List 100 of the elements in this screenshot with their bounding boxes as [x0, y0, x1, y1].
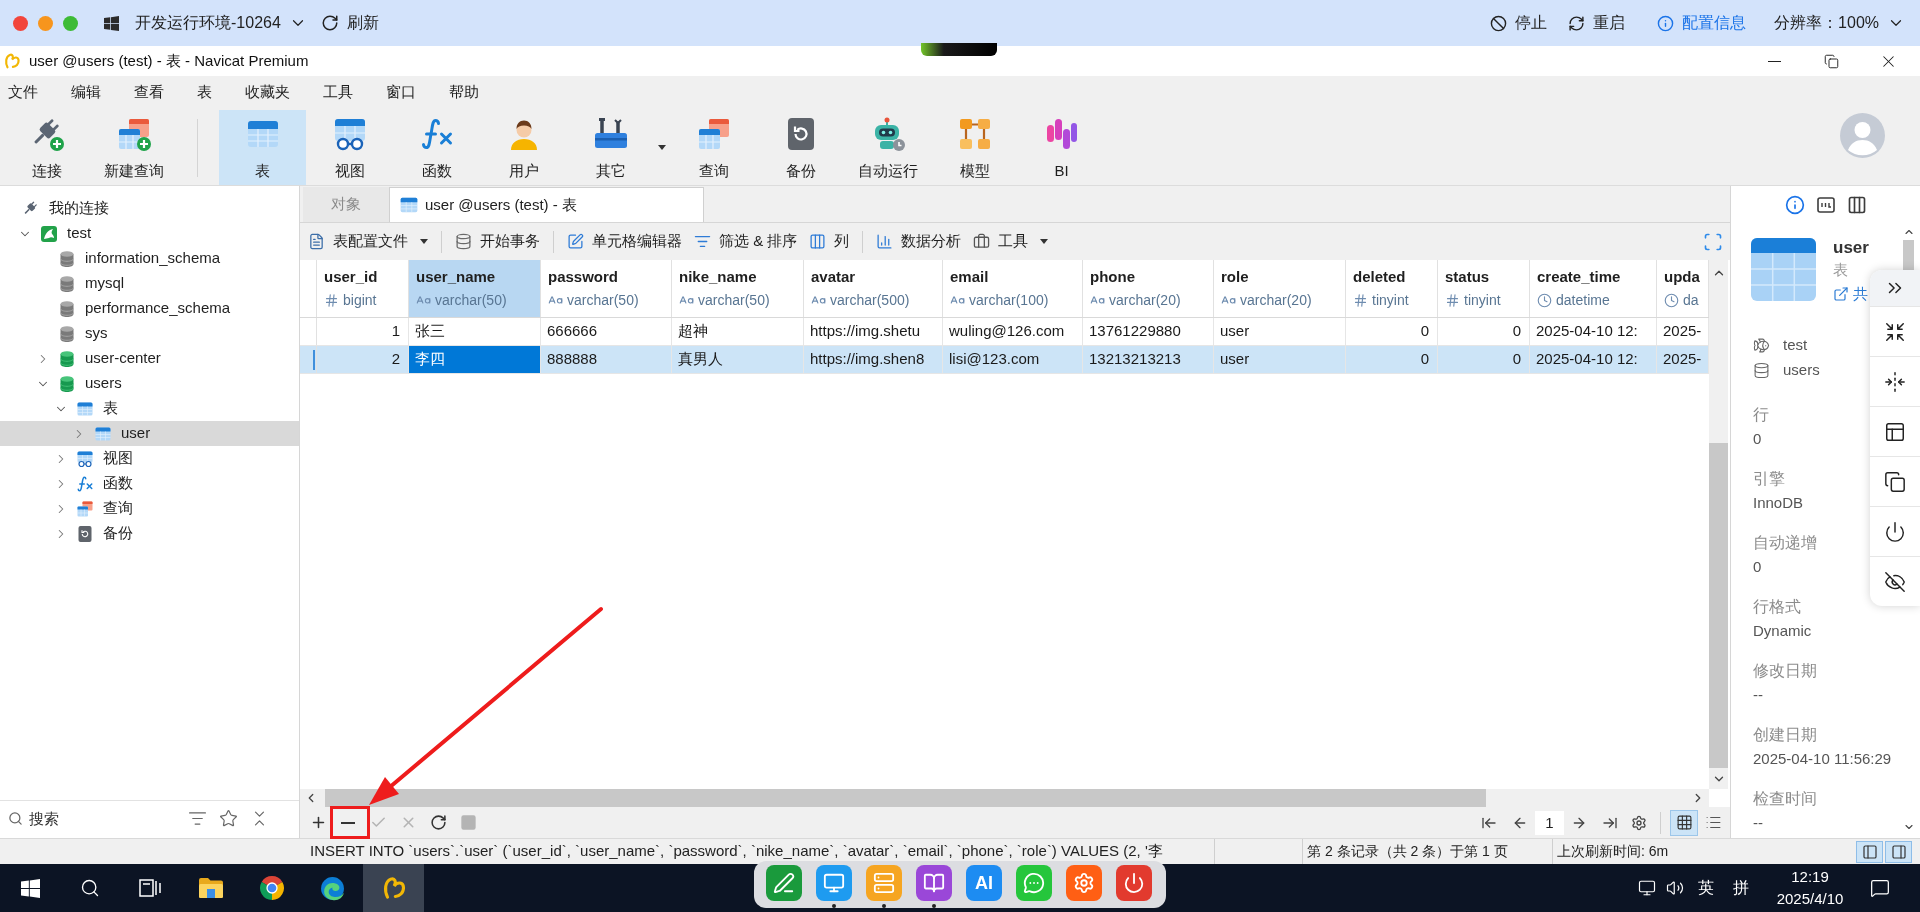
close-button[interactable]	[13, 15, 28, 31]
vertical-scrollbar[interactable]	[1709, 260, 1728, 789]
fullscreen-button[interactable]	[1703, 231, 1723, 252]
scrollbar-thumb[interactable]	[325, 789, 1486, 807]
tree-item[interactable]: performance_schema	[0, 296, 299, 321]
toolbar-button[interactable]: 列	[803, 227, 856, 256]
column-name: role	[1221, 268, 1249, 286]
menu-item[interactable]: 表	[189, 79, 220, 105]
toolbar-button[interactable]: BI	[1018, 110, 1105, 185]
table-cell: 13213213213	[1083, 346, 1214, 373]
columns-icon	[1847, 195, 1867, 215]
tree-item[interactable]: 查询	[0, 496, 299, 521]
tree-item[interactable]: user	[0, 421, 299, 446]
tab[interactable]: user @users (test) - 表	[389, 187, 704, 222]
toolbar-button[interactable]: 开始事务	[449, 227, 546, 256]
toolbar-button[interactable]: 表	[219, 110, 306, 185]
share-link[interactable]: 共	[1833, 284, 1868, 304]
toolbar-button[interactable]: 其它	[567, 110, 670, 185]
circle-logo-icon	[258, 875, 285, 901]
drag-handle[interactable]	[921, 43, 997, 56]
tree-item[interactable]: 表	[0, 396, 299, 421]
folder-icon	[197, 877, 224, 899]
tree-item[interactable]: 视图	[0, 446, 299, 471]
menu-item[interactable]: 查看	[126, 79, 172, 105]
tree-item[interactable]: 函数	[0, 471, 299, 496]
clock-date: 2025/4/10	[1776, 889, 1844, 909]
fish-icon	[1753, 337, 1770, 354]
column-type: tinyint	[1372, 290, 1409, 310]
column-type: varchar(20)	[1240, 290, 1312, 310]
toolbar-button[interactable]: 用户	[480, 110, 567, 185]
property-label: 行	[1753, 405, 1769, 425]
toolbar-button[interactable]: 视图	[306, 110, 393, 185]
function-icon	[76, 474, 94, 493]
column-type: varchar(50)	[567, 290, 639, 310]
panel-tab[interactable]	[1816, 195, 1836, 215]
input-method: 拼	[1733, 878, 1749, 898]
table-cell: user	[1214, 346, 1346, 373]
info-button[interactable]: 配置信息	[1657, 11, 1747, 35]
toolbar-button[interactable]: 新建查询	[90, 110, 177, 185]
tree-item[interactable]: sys	[0, 321, 299, 346]
tree-item[interactable]: users	[0, 371, 299, 396]
page-field[interactable]: 1	[1535, 810, 1564, 835]
resolution-dropdown[interactable]: 分辨率：100%	[1774, 11, 1905, 35]
tree-item[interactable]: 备份	[0, 521, 299, 546]
filter-icon	[188, 809, 207, 828]
refresh-button[interactable]: 刷新	[320, 11, 379, 35]
column-name: email	[950, 268, 989, 286]
table-cell: 888888	[541, 346, 672, 373]
filter-button[interactable]	[188, 809, 207, 828]
toolbar-button[interactable]: 数据分析	[870, 227, 968, 256]
scrollbar-thumb[interactable]	[1709, 443, 1728, 768]
table-cell: 超神	[672, 318, 804, 345]
stop-button[interactable]: 停止	[1490, 11, 1548, 35]
taskbar-app-button[interactable]	[363, 864, 424, 912]
toolbar-button[interactable]: 单元格编辑器	[561, 227, 688, 256]
menu-item[interactable]: 工具	[315, 79, 361, 105]
toolbar-button[interactable]: 连接	[3, 110, 90, 185]
monitor-app-icon[interactable]	[816, 865, 852, 908]
panel-tab[interactable]	[1847, 195, 1867, 215]
menu-item[interactable]: 收藏夹	[237, 79, 298, 105]
toolbar-button[interactable]: 自动运行	[844, 110, 931, 185]
search-field[interactable]: 搜索	[29, 805, 169, 832]
toolbar-button[interactable]: 表配置文件	[302, 227, 434, 256]
favorites-button[interactable]	[219, 809, 238, 828]
layout-icon	[1884, 420, 1906, 443]
table-cell: lisi@123.com	[943, 346, 1083, 373]
tree-item[interactable]: 我的连接	[0, 196, 299, 221]
menu-item[interactable]: 窗口	[378, 79, 424, 105]
restart-button[interactable]: 重启	[1568, 11, 1626, 35]
windows-logo-icon	[20, 878, 40, 898]
briefcase-icon	[973, 233, 991, 250]
scrollbar-thumb[interactable]	[1903, 240, 1914, 270]
menu-item[interactable]: 文件	[0, 79, 46, 105]
table-cell: 0	[1438, 346, 1530, 373]
clock-icon	[1664, 292, 1679, 308]
toolbar-button[interactable]: 筛选 & 排序	[688, 227, 804, 256]
toolbar-button[interactable]: 模型	[931, 110, 1018, 185]
environment-dropdown[interactable]: 开发运行环境-10264	[135, 11, 307, 35]
toolbar-button[interactable]: 备份	[757, 110, 844, 185]
grid-view-button[interactable]	[1670, 809, 1698, 836]
right-panel-toggle[interactable]	[1885, 840, 1912, 863]
tree-item[interactable]: mysql	[0, 271, 299, 296]
horizontal-scrollbar[interactable]	[300, 789, 1709, 807]
tree-item[interactable]: user-center	[0, 346, 299, 371]
table-cell: 2025-04-10 12:	[1530, 318, 1657, 345]
connection-name: test	[1783, 335, 1808, 356]
toolbar-button[interactable]: 函数	[393, 110, 480, 185]
left-panel-toggle[interactable]	[1856, 840, 1883, 863]
tree-item[interactable]: information_schema	[0, 246, 299, 271]
square-icon	[459, 814, 477, 831]
toolbar-button[interactable]: 查询	[670, 110, 757, 185]
property-value: 0	[1753, 557, 1762, 577]
menu-item[interactable]: 编辑	[63, 79, 109, 105]
tree-item[interactable]: test	[0, 221, 299, 246]
table-cell: user	[1214, 318, 1346, 345]
toolbar-button[interactable]: 工具	[967, 227, 1055, 256]
book-app-icon[interactable]	[916, 865, 952, 908]
menu-item[interactable]: 帮助	[441, 79, 487, 105]
notification-icon[interactable]	[1870, 878, 1890, 898]
table-cell: wuling@126.com	[943, 318, 1083, 345]
